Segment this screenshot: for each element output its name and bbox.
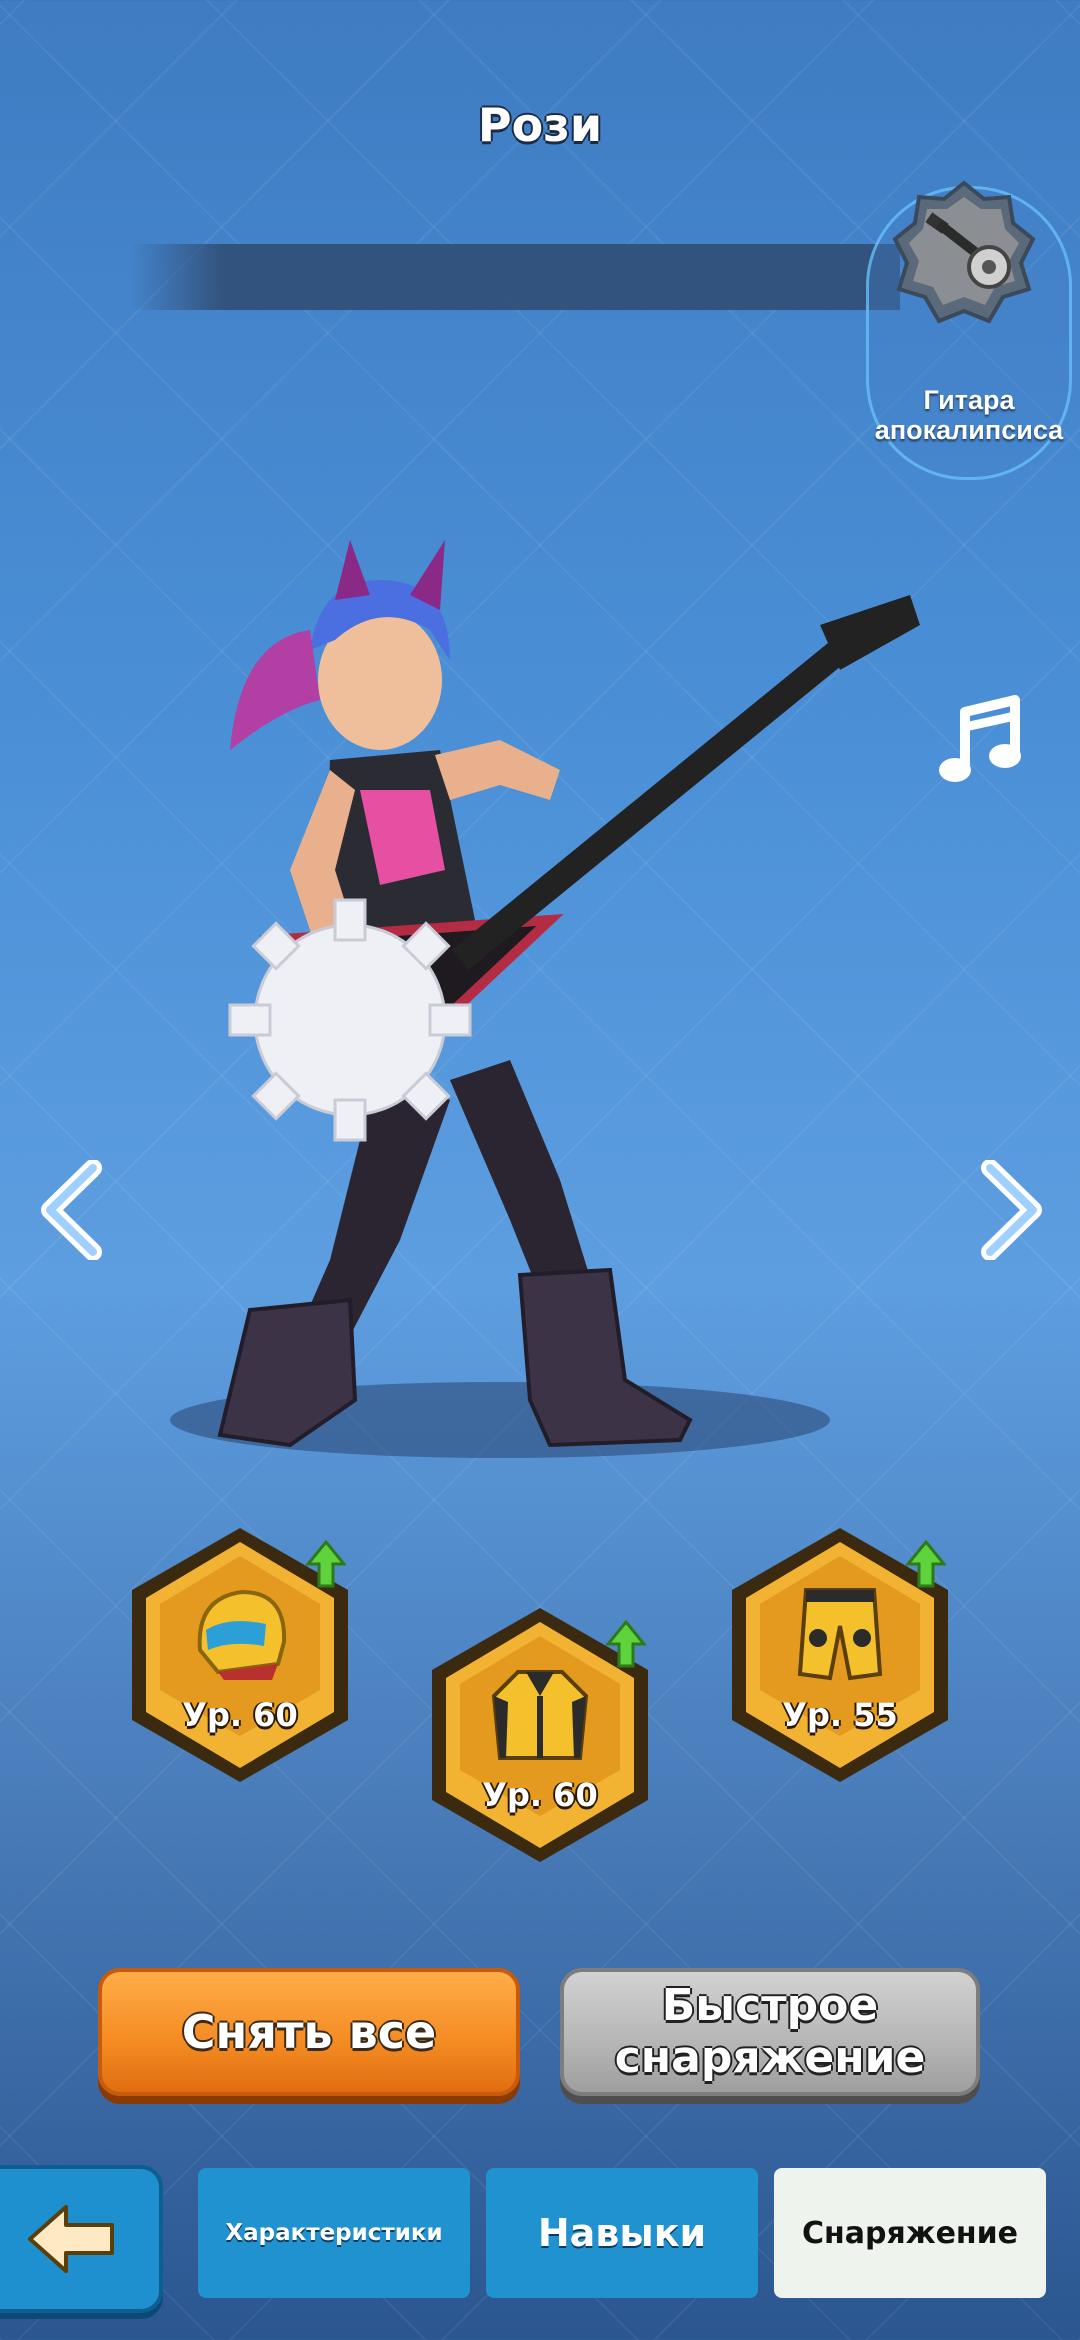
weapon-slot[interactable]: Гитара апокалипсиса (866, 180, 1072, 480)
music-note-icon (939, 695, 1021, 782)
quick-equip-button[interactable]: Быстрое снаряжение (560, 1968, 980, 2096)
helmet-icon (197, 1589, 287, 1680)
jacket-icon (491, 1670, 589, 1760)
gear-level-pants: Ур. 55 (782, 1696, 898, 1734)
gear-level-helmet: Ур. 60 (182, 1696, 298, 1734)
tab-skills[interactable]: Навыки (486, 2168, 758, 2298)
hero-banner (130, 244, 900, 310)
next-hero-arrow-icon[interactable] (975, 1160, 1045, 1260)
remove-all-button[interactable]: Снять все (98, 1968, 520, 2096)
back-button[interactable] (0, 2165, 163, 2313)
gear-slot-helmet[interactable]: Ур. 60 (120, 1520, 360, 1790)
hero-character-image (170, 540, 920, 1458)
gear-slot-pants[interactable]: Ур. 55 (720, 1520, 960, 1790)
tab-stats[interactable]: Характеристики (198, 2168, 470, 2298)
guitar-saw-icon (892, 180, 1036, 324)
upgrade-arrow-icon (606, 1620, 646, 1668)
weapon-label: Гитара апокалипсиса (874, 385, 1064, 445)
previous-hero-arrow-icon[interactable] (38, 1160, 108, 1260)
hero-name: Рози (477, 98, 603, 152)
upgrade-arrow-icon (906, 1540, 946, 1588)
gear-level-armor: Ур. 60 (482, 1776, 598, 1814)
gear-slot-armor[interactable]: Ур. 60 (420, 1600, 660, 1870)
tab-gear[interactable]: Снаряжение (774, 2168, 1046, 2298)
upgrade-arrow-icon (306, 1540, 346, 1588)
pants-icon (797, 1588, 883, 1681)
back-arrow-icon (28, 2205, 114, 2273)
